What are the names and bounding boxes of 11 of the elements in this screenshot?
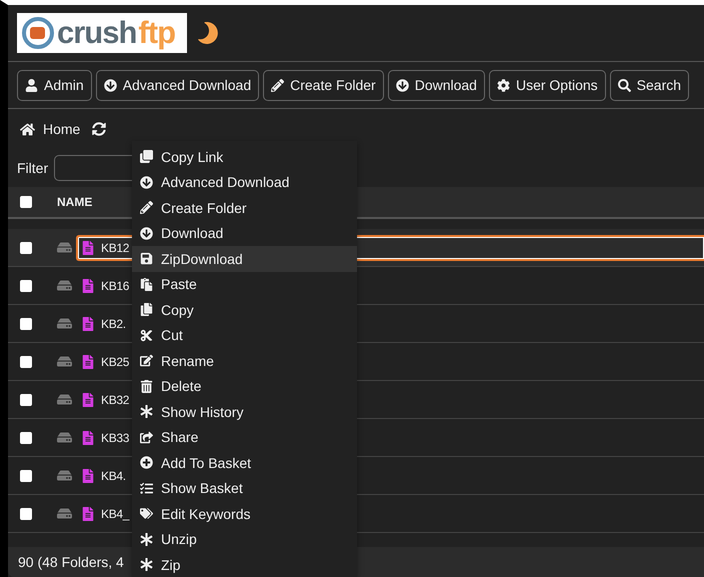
file-name: KB12 [101, 240, 130, 254]
file-name: KB32 [101, 392, 130, 406]
file-name: KB16 [101, 278, 130, 292]
logo-text: crush [57, 15, 136, 51]
file-name: KB33 [101, 430, 130, 444]
filter-label: Filter [17, 160, 48, 176]
file-name: KB25 [101, 354, 130, 368]
file-name: KB4. [101, 468, 126, 482]
file-name: KB4_ [101, 506, 130, 520]
file-name: KB2. [101, 316, 126, 330]
logo-text: ftp [138, 15, 176, 51]
